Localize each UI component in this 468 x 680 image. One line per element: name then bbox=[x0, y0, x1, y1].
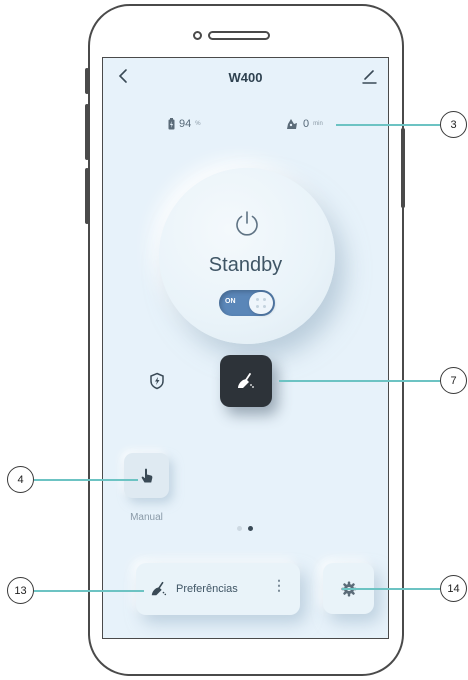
preferences-label: Preferências bbox=[176, 583, 238, 595]
power-side-button bbox=[401, 128, 405, 208]
more-options-icon[interactable]: ⋮ bbox=[272, 578, 286, 592]
battery-value: 94 bbox=[179, 118, 192, 130]
volume-down-button bbox=[85, 168, 89, 224]
callout-7: 7 bbox=[440, 367, 467, 394]
mute-switch bbox=[85, 68, 89, 94]
power-status: Standby bbox=[208, 254, 283, 276]
manual-mode-button[interactable] bbox=[124, 453, 169, 498]
manual-mode-label: Manual bbox=[130, 512, 163, 523]
callout-3-line bbox=[336, 124, 440, 126]
callout-3: 3 bbox=[440, 111, 467, 138]
cleaning-time-icon bbox=[287, 119, 297, 129]
volume-up-button bbox=[85, 104, 89, 160]
callout-13-line bbox=[34, 590, 144, 592]
toggle-knob bbox=[249, 292, 273, 314]
preferences-card[interactable]: Preferências ⋮ bbox=[136, 563, 300, 615]
time-value: 0 bbox=[303, 118, 310, 130]
callout-14: 14 bbox=[440, 575, 467, 602]
callout-14-line bbox=[342, 588, 440, 590]
shield-bolt-icon[interactable] bbox=[149, 372, 165, 390]
page-indicator-2[interactable] bbox=[248, 526, 253, 531]
broom-icon bbox=[238, 373, 254, 388]
time-unit: min bbox=[313, 121, 323, 127]
broom-icon bbox=[151, 581, 167, 596]
power-icon bbox=[236, 211, 258, 236]
pencil-icon[interactable] bbox=[360, 67, 378, 85]
front-camera bbox=[193, 31, 202, 40]
callout-7-line bbox=[279, 380, 440, 382]
battery-unit: % bbox=[195, 121, 201, 127]
eco-mode-button[interactable] bbox=[220, 355, 272, 407]
app-screen: W400 94 % 0 min Standby ON Manual Prefer… bbox=[102, 57, 389, 639]
device-title: W400 bbox=[228, 70, 263, 85]
callout-4-line bbox=[34, 479, 138, 481]
page-indicator-1[interactable] bbox=[237, 526, 242, 531]
toggle-label: ON bbox=[225, 298, 236, 305]
battery-icon bbox=[168, 118, 175, 130]
earpiece-speaker bbox=[208, 31, 270, 40]
callout-13: 13 bbox=[7, 577, 34, 604]
cleaning-time-status: 0 min bbox=[285, 118, 323, 130]
battery-status: 94 % bbox=[168, 118, 201, 130]
hand-pointer-icon bbox=[141, 468, 152, 483]
callout-4: 4 bbox=[7, 466, 34, 493]
power-toggle[interactable]: ON bbox=[219, 290, 275, 316]
